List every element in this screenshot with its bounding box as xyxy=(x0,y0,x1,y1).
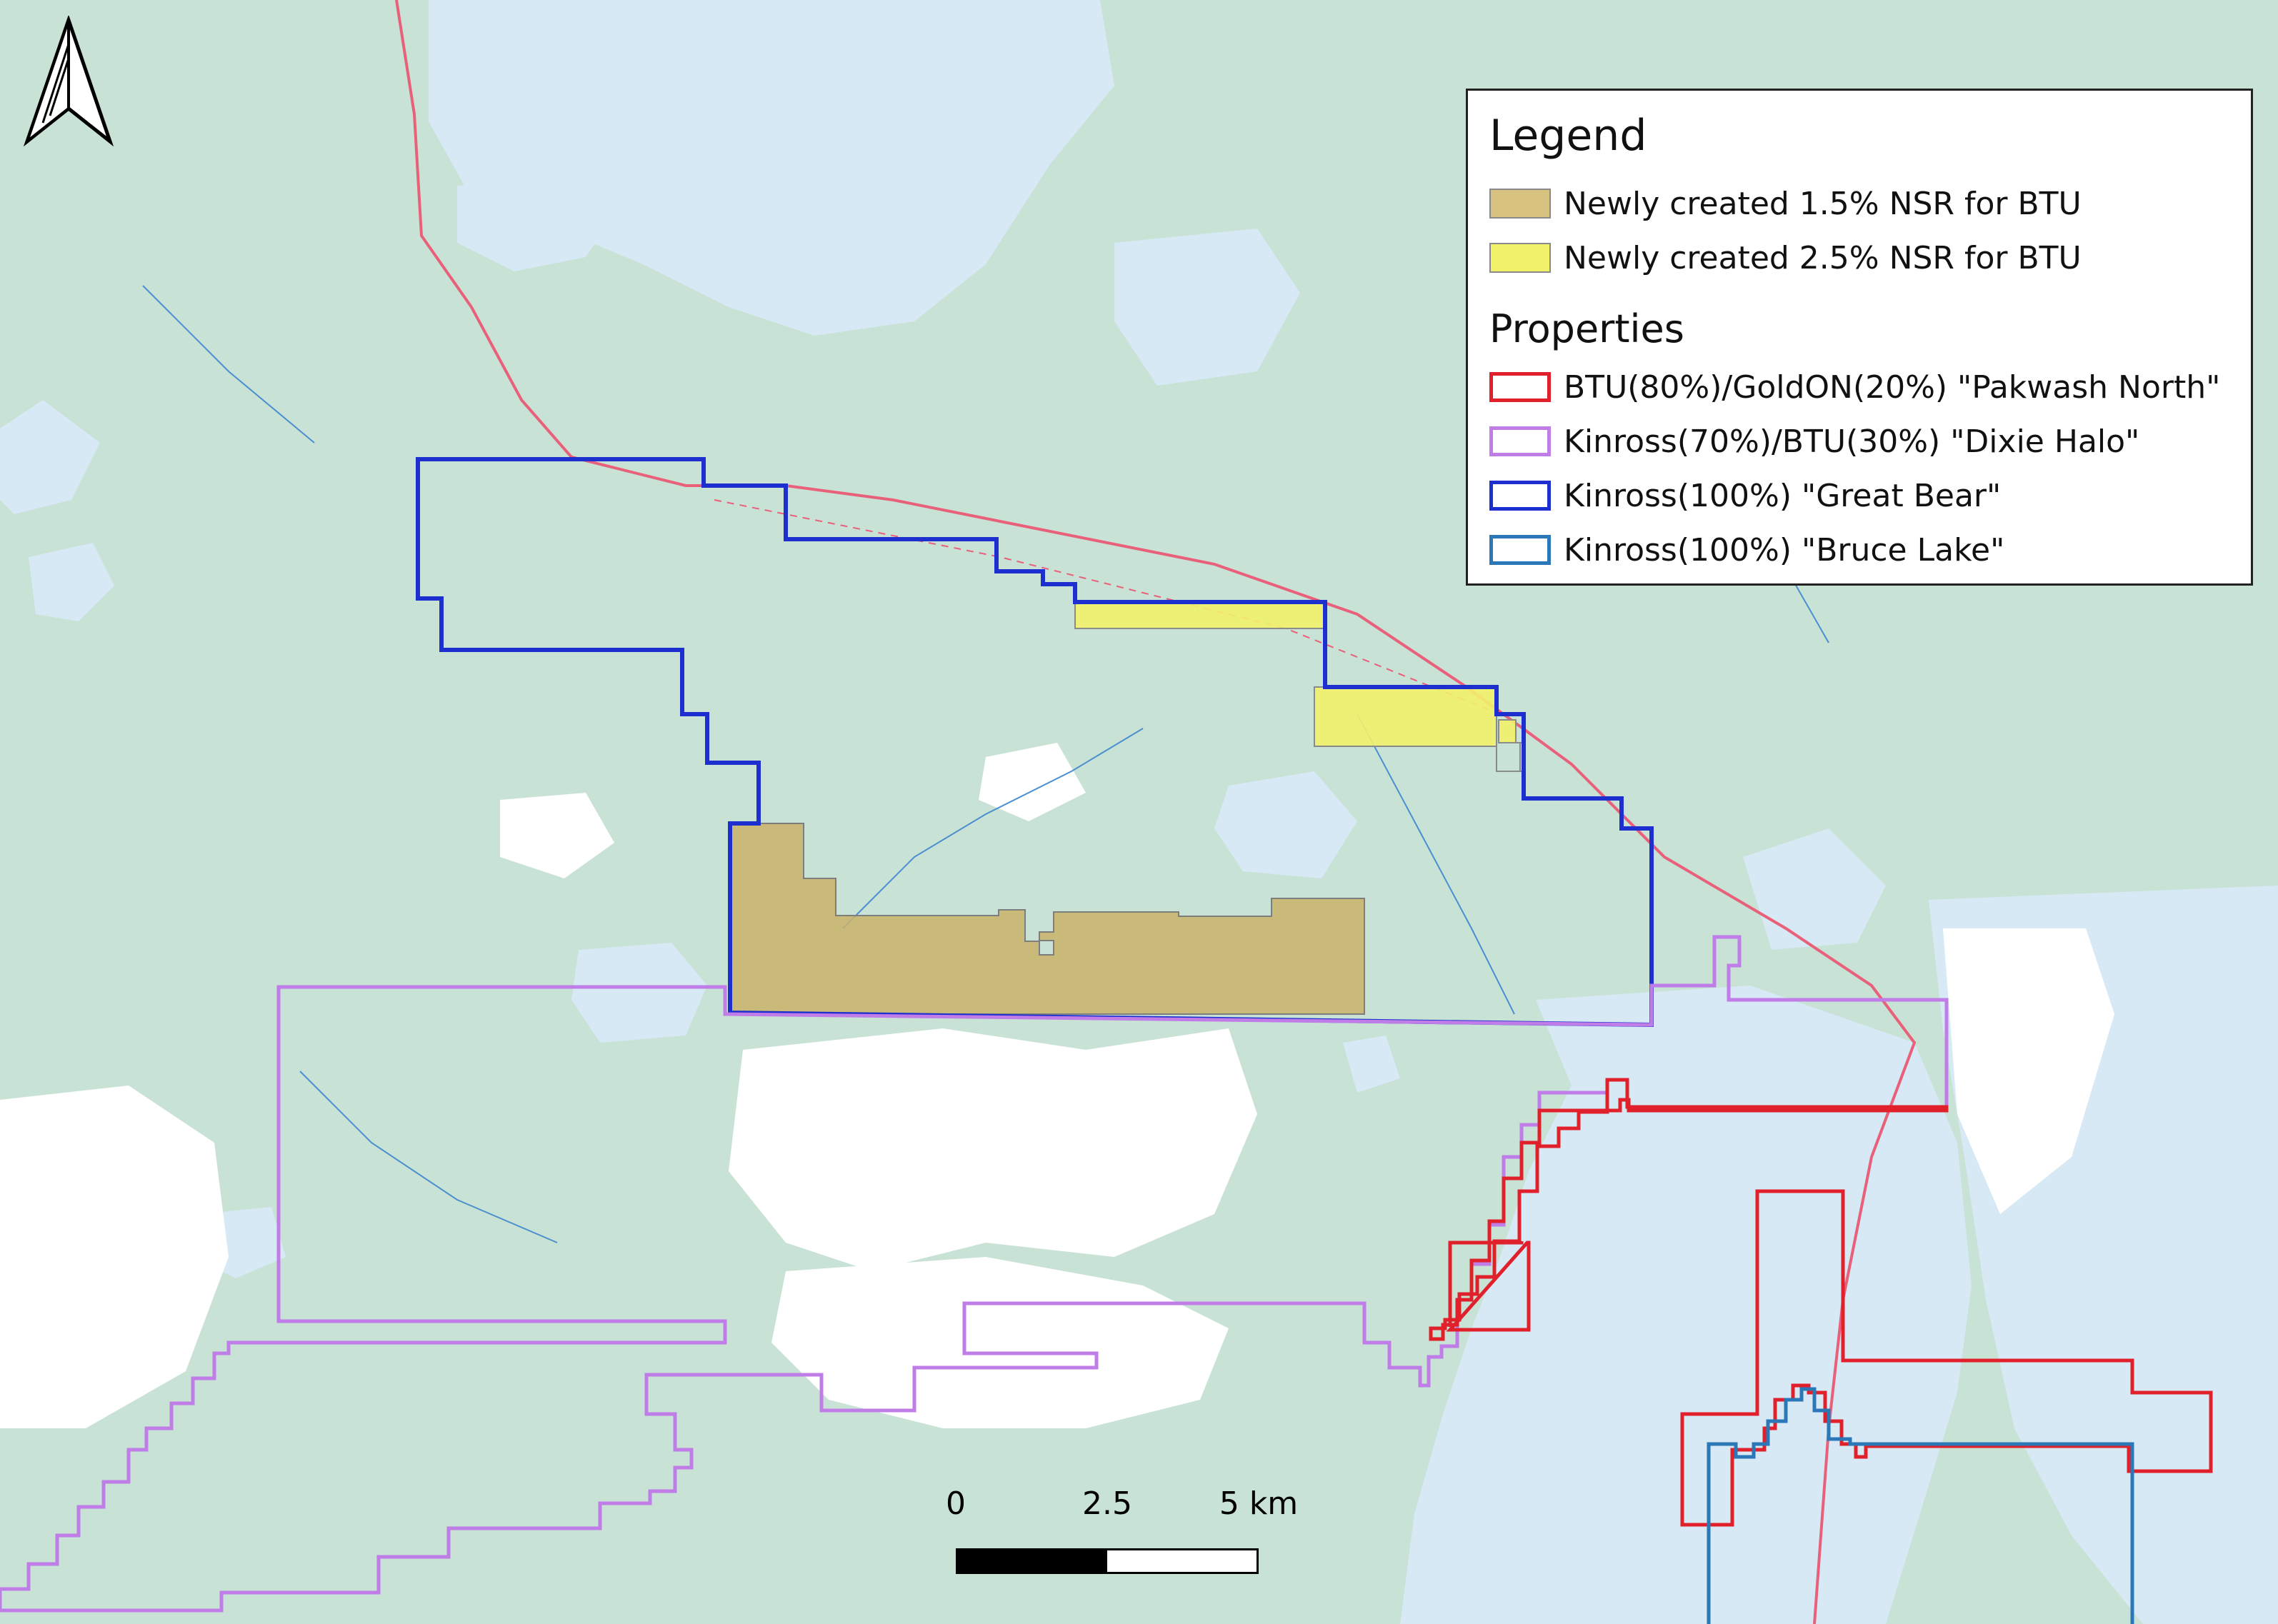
legend-item-bruce-lake: Kinross(100%) "Bruce Lake" xyxy=(1489,523,2229,577)
legend-item-pakwash-north: BTU(80%)/GoldON(20%) "Pakwash North" xyxy=(1489,360,2229,414)
scale-bar: 0 2.5 5 km xyxy=(946,1485,1298,1574)
north-arrow-icon xyxy=(23,14,114,147)
legend-item-label: Newly created 1.5% NSR for BTU xyxy=(1564,185,2082,222)
legend-properties-title: Properties xyxy=(1489,306,1684,351)
legend-item-nsr-1.5: Newly created 1.5% NSR for BTU xyxy=(1489,176,2229,231)
bruce-lake-swatch xyxy=(1489,535,1551,565)
legend-item-dixie-halo: Kinross(70%)/BTU(30%) "Dixie Halo" xyxy=(1489,414,2229,468)
legend-item-great-bear: Kinross(100%) "Great Bear" xyxy=(1489,468,2229,523)
legend-item-label: BTU(80%)/GoldON(20%) "Pakwash North" xyxy=(1564,369,2221,406)
map-legend: Legend Newly created 1.5% NSR for BTU Ne… xyxy=(1466,89,2253,586)
north-arrow xyxy=(19,14,119,149)
legend-item-label: Kinross(100%) "Great Bear" xyxy=(1564,477,2002,514)
scale-tick-5km: 5 km xyxy=(1219,1485,1299,1522)
nsr-1.5-swatch xyxy=(1489,189,1551,219)
legend-item-label: Newly created 2.5% NSR for BTU xyxy=(1564,239,2082,276)
scale-tick-0: 0 xyxy=(946,1485,966,1522)
legend-item-label: Kinross(100%) "Bruce Lake" xyxy=(1564,531,2005,568)
scale-tick-2.5: 2.5 xyxy=(1082,1485,1132,1522)
legend-item-nsr-2.5: Newly created 2.5% NSR for BTU xyxy=(1489,231,2229,285)
nsr-2.5-swatch xyxy=(1489,243,1551,273)
pakwash-north-swatch xyxy=(1489,372,1551,402)
map-view[interactable]: Legend Newly created 1.5% NSR for BTU Ne… xyxy=(0,0,2278,1624)
dixie-halo-swatch xyxy=(1489,426,1551,456)
scale-segment-black xyxy=(956,1548,1107,1574)
legend-title: Legend xyxy=(1489,111,1647,161)
legend-item-label: Kinross(70%)/BTU(30%) "Dixie Halo" xyxy=(1564,423,2140,460)
great-bear-swatch xyxy=(1489,481,1551,511)
scale-segment-white xyxy=(1105,1548,1259,1574)
